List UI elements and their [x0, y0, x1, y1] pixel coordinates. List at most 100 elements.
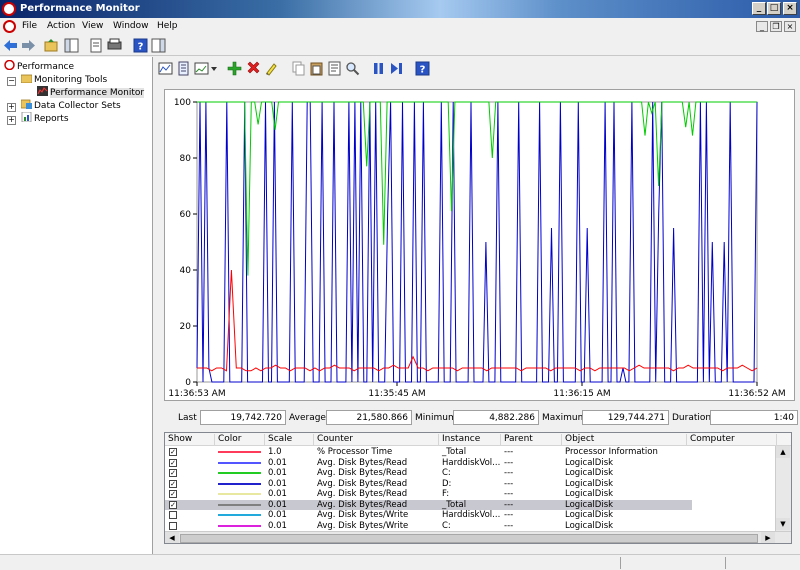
scroll-down-arrow-icon[interactable]: ▼	[776, 518, 790, 530]
tree-item-monitoring-tools[interactable]: Monitoring Tools	[21, 73, 107, 86]
forward-arrow-icon[interactable]	[21, 38, 36, 53]
legend-row[interactable]: ✓ 0.01 Avg. Disk Bytes/Read HarddiskVol... -…	[165, 457, 776, 468]
tree-item-performance-monitor[interactable]: Performance Monitor	[37, 86, 145, 99]
minimize-button[interactable]: _	[752, 2, 766, 15]
object-cell: LogicalDisk	[565, 468, 614, 478]
menu-file[interactable]: File	[22, 21, 37, 31]
update-data-icon[interactable]	[389, 61, 404, 76]
legend-row[interactable]: ✓ 1.0 % Processor Time _Total --- Processor I…	[165, 447, 776, 457]
line-chart: 100 80 60 40 20 011:36:53 AM 11:35:45 AM 11:36:…	[168, 98, 785, 399]
delete-counter-icon[interactable]	[246, 61, 261, 76]
paste-counter-list-icon[interactable]	[309, 61, 324, 76]
instance-cell: HarddiskVol...	[442, 510, 501, 520]
view-current-activity-icon[interactable]	[158, 61, 173, 76]
mdi-close-button[interactable]: ×	[784, 21, 796, 32]
menu-view[interactable]: View	[82, 21, 103, 31]
parent-cell: ---	[504, 510, 514, 520]
tree-item-performance[interactable]: Performance	[4, 60, 74, 73]
close-button[interactable]: ×	[783, 2, 797, 15]
legend-vertical-scrollbar[interactable]: ▲ ▼	[775, 446, 791, 531]
maximize-button[interactable]: □	[767, 2, 781, 15]
back-arrow-icon[interactable]	[3, 38, 18, 53]
scroll-up-arrow-icon[interactable]: ▲	[776, 446, 790, 458]
highlight-icon[interactable]	[264, 61, 279, 76]
menu-help[interactable]: Help	[157, 21, 178, 31]
horizontal-scroll-thumb[interactable]	[180, 534, 758, 543]
copy-properties-icon[interactable]	[291, 61, 306, 76]
computer-cell-redacted	[692, 520, 776, 531]
show-checkbox[interactable]: ✓	[169, 469, 177, 477]
parent-cell: ---	[504, 447, 514, 457]
help-icon-pm[interactable]: ?	[415, 61, 430, 76]
mmc-system-menu-icon[interactable]	[3, 20, 16, 33]
legend-horizontal-scrollbar[interactable]: ◀ ▶	[165, 531, 791, 543]
show-checkbox[interactable]: ✓	[169, 490, 177, 498]
mdi-restore-button[interactable]: ❐	[770, 21, 782, 32]
menu-action[interactable]: Action	[47, 21, 75, 31]
performance-monitor-pane: ? 100 80 60 40 20 0 11:36:53 AM 11:35:45 AM 11:3…	[155, 57, 800, 554]
computer-cell-redacted	[692, 510, 776, 520]
main-toolbar: ?	[0, 36, 800, 56]
graph-type-dropdown-icon[interactable]	[210, 61, 218, 76]
scroll-right-arrow-icon[interactable]: ▶	[761, 532, 775, 543]
column-computer[interactable]: Computer	[687, 434, 777, 446]
show-hide-console-tree-icon[interactable]	[64, 38, 79, 53]
status-separator	[620, 557, 621, 569]
title-bar: Performance Monitor _ □ ×	[0, 0, 800, 18]
average-label: Average	[289, 413, 326, 423]
mdi-minimize-button[interactable]: _	[756, 21, 768, 32]
column-scale[interactable]: Scale	[265, 434, 314, 446]
show-hide-action-pane-icon[interactable]	[151, 38, 166, 53]
legend-row[interactable]: ✓ 0.01 Avg. Disk Bytes/Read F: --- LogicalDis…	[165, 489, 776, 499]
legend-row[interactable]: 0.01 Avg. Disk Bytes/Write HarddiskVol... -…	[165, 510, 776, 520]
add-counter-icon[interactable]	[227, 61, 242, 76]
legend-row[interactable]: 0.01 Avg. Disk Bytes/Write C: --- LogicalDis…	[165, 520, 776, 531]
view-log-data-icon[interactable]	[176, 61, 191, 76]
computer-cell-redacted	[692, 468, 776, 478]
computer-cell-redacted	[692, 447, 776, 457]
show-checkbox[interactable]: ✓	[169, 500, 177, 509]
performance-graph[interactable]: 100 80 60 40 20 0 11:36:53 AM 11:35:45 AM 11:36:…	[164, 89, 795, 401]
properties-icon[interactable]	[89, 38, 104, 53]
show-checkbox[interactable]: ✓	[169, 448, 177, 456]
legend-row[interactable]: ✓ 0.01 Avg. Disk Bytes/Read _Total --- Logica…	[165, 499, 776, 510]
instance-cell: _Total	[442, 499, 467, 510]
show-checkbox[interactable]: ✓	[169, 458, 177, 467]
column-instance[interactable]: Instance	[439, 434, 501, 446]
menu-window[interactable]: Window	[113, 21, 149, 31]
reports-icon	[21, 112, 32, 122]
average-value: 21,580.866	[326, 410, 412, 425]
legend-row[interactable]: ✓ 0.01 Avg. Disk Bytes/Read C: --- LogicalDis…	[165, 468, 776, 478]
y-tick-label: 0	[185, 378, 191, 388]
expander-reports[interactable]: +	[7, 116, 16, 125]
export-list-icon[interactable]	[107, 38, 122, 53]
zoom-icon[interactable]	[345, 61, 360, 76]
legend-row[interactable]: ✓ 0.01 Avg. Disk Bytes/Read D: --- LogicalDis…	[165, 478, 776, 489]
scroll-left-arrow-icon[interactable]: ◀	[165, 532, 179, 543]
instance-cell: C:	[442, 468, 451, 478]
change-graph-type-icon[interactable]	[194, 61, 209, 76]
tree-item-data-collector-sets[interactable]: Data Collector Sets	[21, 99, 121, 112]
show-checkbox[interactable]	[169, 511, 177, 519]
performance-icon	[4, 60, 15, 70]
column-counter[interactable]: Counter	[314, 434, 439, 446]
last-label: Last	[178, 413, 197, 423]
freeze-display-icon[interactable]	[371, 61, 386, 76]
column-show[interactable]: Show	[165, 434, 215, 446]
x-tick-label: 11:35:45 AM	[368, 389, 425, 399]
counter-cell: Avg. Disk Bytes/Write	[317, 510, 409, 520]
expander-monitoring-tools[interactable]: −	[7, 77, 16, 86]
tree-item-reports[interactable]: Reports	[21, 112, 69, 125]
object-cell: Processor Information	[565, 447, 658, 457]
scale-cell: 0.01	[268, 499, 287, 510]
column-object[interactable]: Object	[562, 434, 687, 446]
show-checkbox[interactable]	[169, 521, 177, 530]
properties-icon-pm[interactable]	[327, 61, 342, 76]
up-folder-icon[interactable]	[44, 38, 59, 53]
column-color[interactable]: Color	[215, 434, 265, 446]
parent-cell: ---	[504, 499, 514, 510]
show-checkbox[interactable]: ✓	[169, 479, 177, 488]
expander-data-collector-sets[interactable]: +	[7, 103, 16, 112]
column-parent[interactable]: Parent	[501, 434, 562, 446]
help-icon[interactable]: ?	[133, 38, 148, 53]
